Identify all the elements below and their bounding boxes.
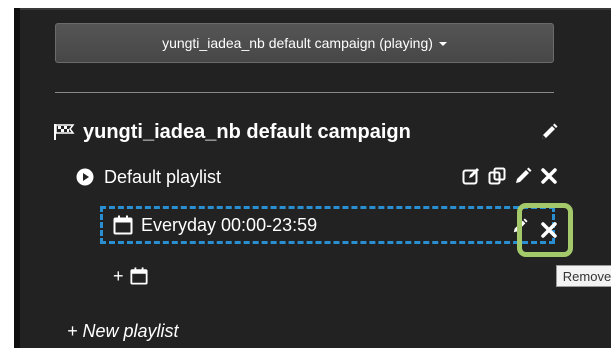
edit-playlist-icon[interactable] <box>514 167 532 185</box>
calendar-icon <box>113 215 133 235</box>
checkered-flag-icon <box>54 124 75 140</box>
schedule-title: Everyday 00:00-23:59 <box>141 214 318 235</box>
playlist-actions <box>462 167 558 185</box>
edit-campaign-icon[interactable] <box>540 123 558 141</box>
schedule-item[interactable]: Everyday 00:00-23:59 <box>100 206 555 244</box>
campaign-title: yungti_iadea_nb default campaign <box>83 120 411 143</box>
remove-tooltip: Remove <box>556 265 611 287</box>
copy-icon[interactable] <box>488 167 506 185</box>
new-playlist-link[interactable]: + New playlist <box>67 321 179 342</box>
campaign-header: yungti_iadea_nb default campaign <box>53 118 558 146</box>
remove-schedule-icon[interactable] <box>540 221 558 239</box>
add-schedule-button[interactable]: + <box>113 264 148 288</box>
play-circle-icon[interactable] <box>76 168 94 186</box>
campaign-panel: yungti_iadea_nb default campaign (playin… <box>14 8 611 348</box>
divider <box>55 92 554 93</box>
playlist-title: Default playlist <box>104 166 222 187</box>
panel-top-border <box>20 8 611 10</box>
playlist-item[interactable]: Default playlist <box>76 164 558 190</box>
edit-square-icon[interactable] <box>462 167 480 185</box>
caret-down-icon <box>438 42 447 46</box>
campaign-select-label: yungti_iadea_nb default campaign (playin… <box>162 35 433 51</box>
add-plus-label: + <box>113 265 124 286</box>
calendar-add-icon <box>129 267 148 285</box>
delete-playlist-icon[interactable] <box>540 167 558 185</box>
campaign-select-dropdown[interactable]: yungti_iadea_nb default campaign (playin… <box>55 23 554 63</box>
